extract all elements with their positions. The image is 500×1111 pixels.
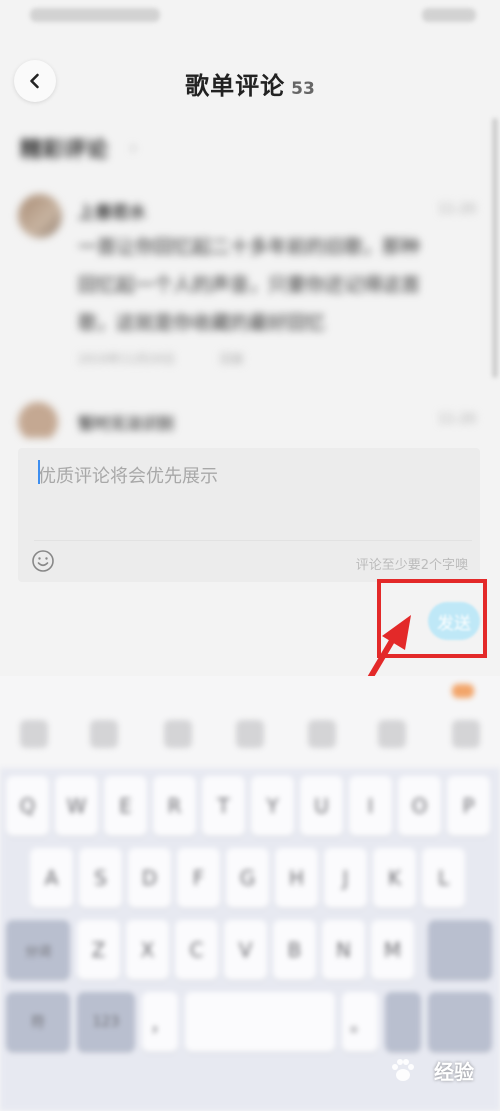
key-z[interactable]: Z (77, 920, 120, 980)
keyboard-tool-icon[interactable] (90, 720, 118, 748)
keyboard-keys: Q W E R T Y U I O P A S D F G H J K L 分词… (0, 768, 500, 1111)
key-e[interactable]: E (104, 776, 147, 836)
key-c[interactable]: C (175, 920, 218, 980)
avatar[interactable] (18, 402, 58, 438)
comment-time: 11-20 (438, 412, 476, 427)
key-x[interactable]: X (126, 920, 169, 980)
keyboard-tool-icon[interactable] (378, 720, 406, 748)
key-p[interactable]: P (447, 776, 490, 836)
comment-text-line: 一首让你回忆起二十多年前的旧歌，那种 (78, 236, 421, 258)
comment-username[interactable]: 暂时无法识别 (78, 410, 174, 434)
send-button[interactable]: 发送 (428, 602, 480, 640)
scrollbar[interactable] (492, 118, 498, 378)
key-q[interactable]: Q (6, 776, 49, 836)
soft-keyboard: Q W E R T Y U I O P A S D F G H J K L 分词… (0, 676, 500, 1111)
key-b[interactable]: B (273, 920, 316, 980)
comment-composer: 评论至少要2个字噢 (18, 448, 480, 582)
title-wrap: 歌单评论 53 (0, 66, 500, 101)
composer-divider (34, 540, 472, 541)
key-d[interactable]: D (128, 848, 171, 908)
page-title: 歌单评论 (185, 72, 286, 100)
language-key[interactable] (385, 992, 421, 1052)
keyboard-tool-icon[interactable] (164, 720, 192, 748)
comment-list: 精彩评论 › 上善若水 11-20 一首让你回忆起二十多年前的旧歌，那种 回忆起… (0, 118, 500, 438)
text-caret (38, 460, 40, 484)
key-h[interactable]: H (275, 848, 318, 908)
key-s[interactable]: S (79, 848, 122, 908)
comment-username[interactable]: 上善若水 (78, 198, 146, 223)
status-bar (0, 0, 500, 36)
backspace-key[interactable] (428, 920, 492, 980)
space-key[interactable] (185, 992, 335, 1052)
key-j[interactable]: J (324, 848, 367, 908)
symbol-key[interactable]: 符 (6, 992, 70, 1052)
keyboard-tool-icon[interactable] (308, 720, 336, 748)
watermark-text: 经验 (434, 1060, 474, 1084)
key-u[interactable]: U (300, 776, 343, 836)
chevron-right-icon: › (130, 138, 137, 157)
key-v[interactable]: V (224, 920, 267, 980)
emoji-button[interactable] (30, 548, 56, 574)
key-l[interactable]: L (422, 848, 465, 908)
page-header: 歌单评论 53 (0, 52, 500, 112)
keyboard-tool-icon[interactable] (20, 720, 48, 748)
smiley-icon (32, 550, 54, 572)
key-o[interactable]: O (398, 776, 441, 836)
key-i[interactable]: I (349, 776, 392, 836)
status-indicators (422, 8, 476, 22)
key-t[interactable]: T (202, 776, 245, 836)
period-key[interactable]: 。 (342, 992, 378, 1052)
key-r[interactable]: R (153, 776, 196, 836)
keyboard-tool-icon[interactable] (236, 720, 264, 748)
key-y[interactable]: Y (251, 776, 294, 836)
key-f[interactable]: F (177, 848, 220, 908)
keyboard-toolbar (0, 676, 500, 768)
key-w[interactable]: W (55, 776, 98, 836)
shift-key[interactable]: 分词 (6, 920, 70, 980)
app-screen: 歌单评论 53 精彩评论 › 上善若水 11-20 一首让你回忆起二十多年前的旧歌… (0, 0, 500, 1111)
comment-date: 2019年11月20日 (78, 352, 176, 366)
key-n[interactable]: N (322, 920, 365, 980)
key-g[interactable]: G (226, 848, 269, 908)
comma-key[interactable]: ， (142, 992, 178, 1052)
comment-time: 11-20 (438, 202, 476, 217)
section-title: 精彩评论 (20, 138, 109, 163)
status-time (30, 8, 160, 22)
watermark-paw-icon (392, 1059, 414, 1081)
avatar[interactable] (18, 194, 62, 238)
number-key[interactable]: 123 (77, 992, 135, 1052)
comment-text-line: 回忆起一个人的声音，只要你还记得这首 (78, 274, 421, 296)
comment-input[interactable] (38, 456, 458, 496)
length-hint: 评论至少要2个字噢 (355, 558, 468, 573)
comment-text-line: 歌，这就是你收藏的最好回忆 (78, 312, 326, 334)
key-k[interactable]: K (373, 848, 416, 908)
enter-key[interactable] (428, 992, 492, 1052)
keyboard-badge (452, 684, 474, 698)
key-m[interactable]: M (371, 920, 414, 980)
comment-count: 53 (291, 79, 315, 99)
chevron-down-icon[interactable] (452, 720, 480, 748)
reply-link[interactable]: 回复 (220, 350, 244, 367)
key-a[interactable]: A (30, 848, 73, 908)
